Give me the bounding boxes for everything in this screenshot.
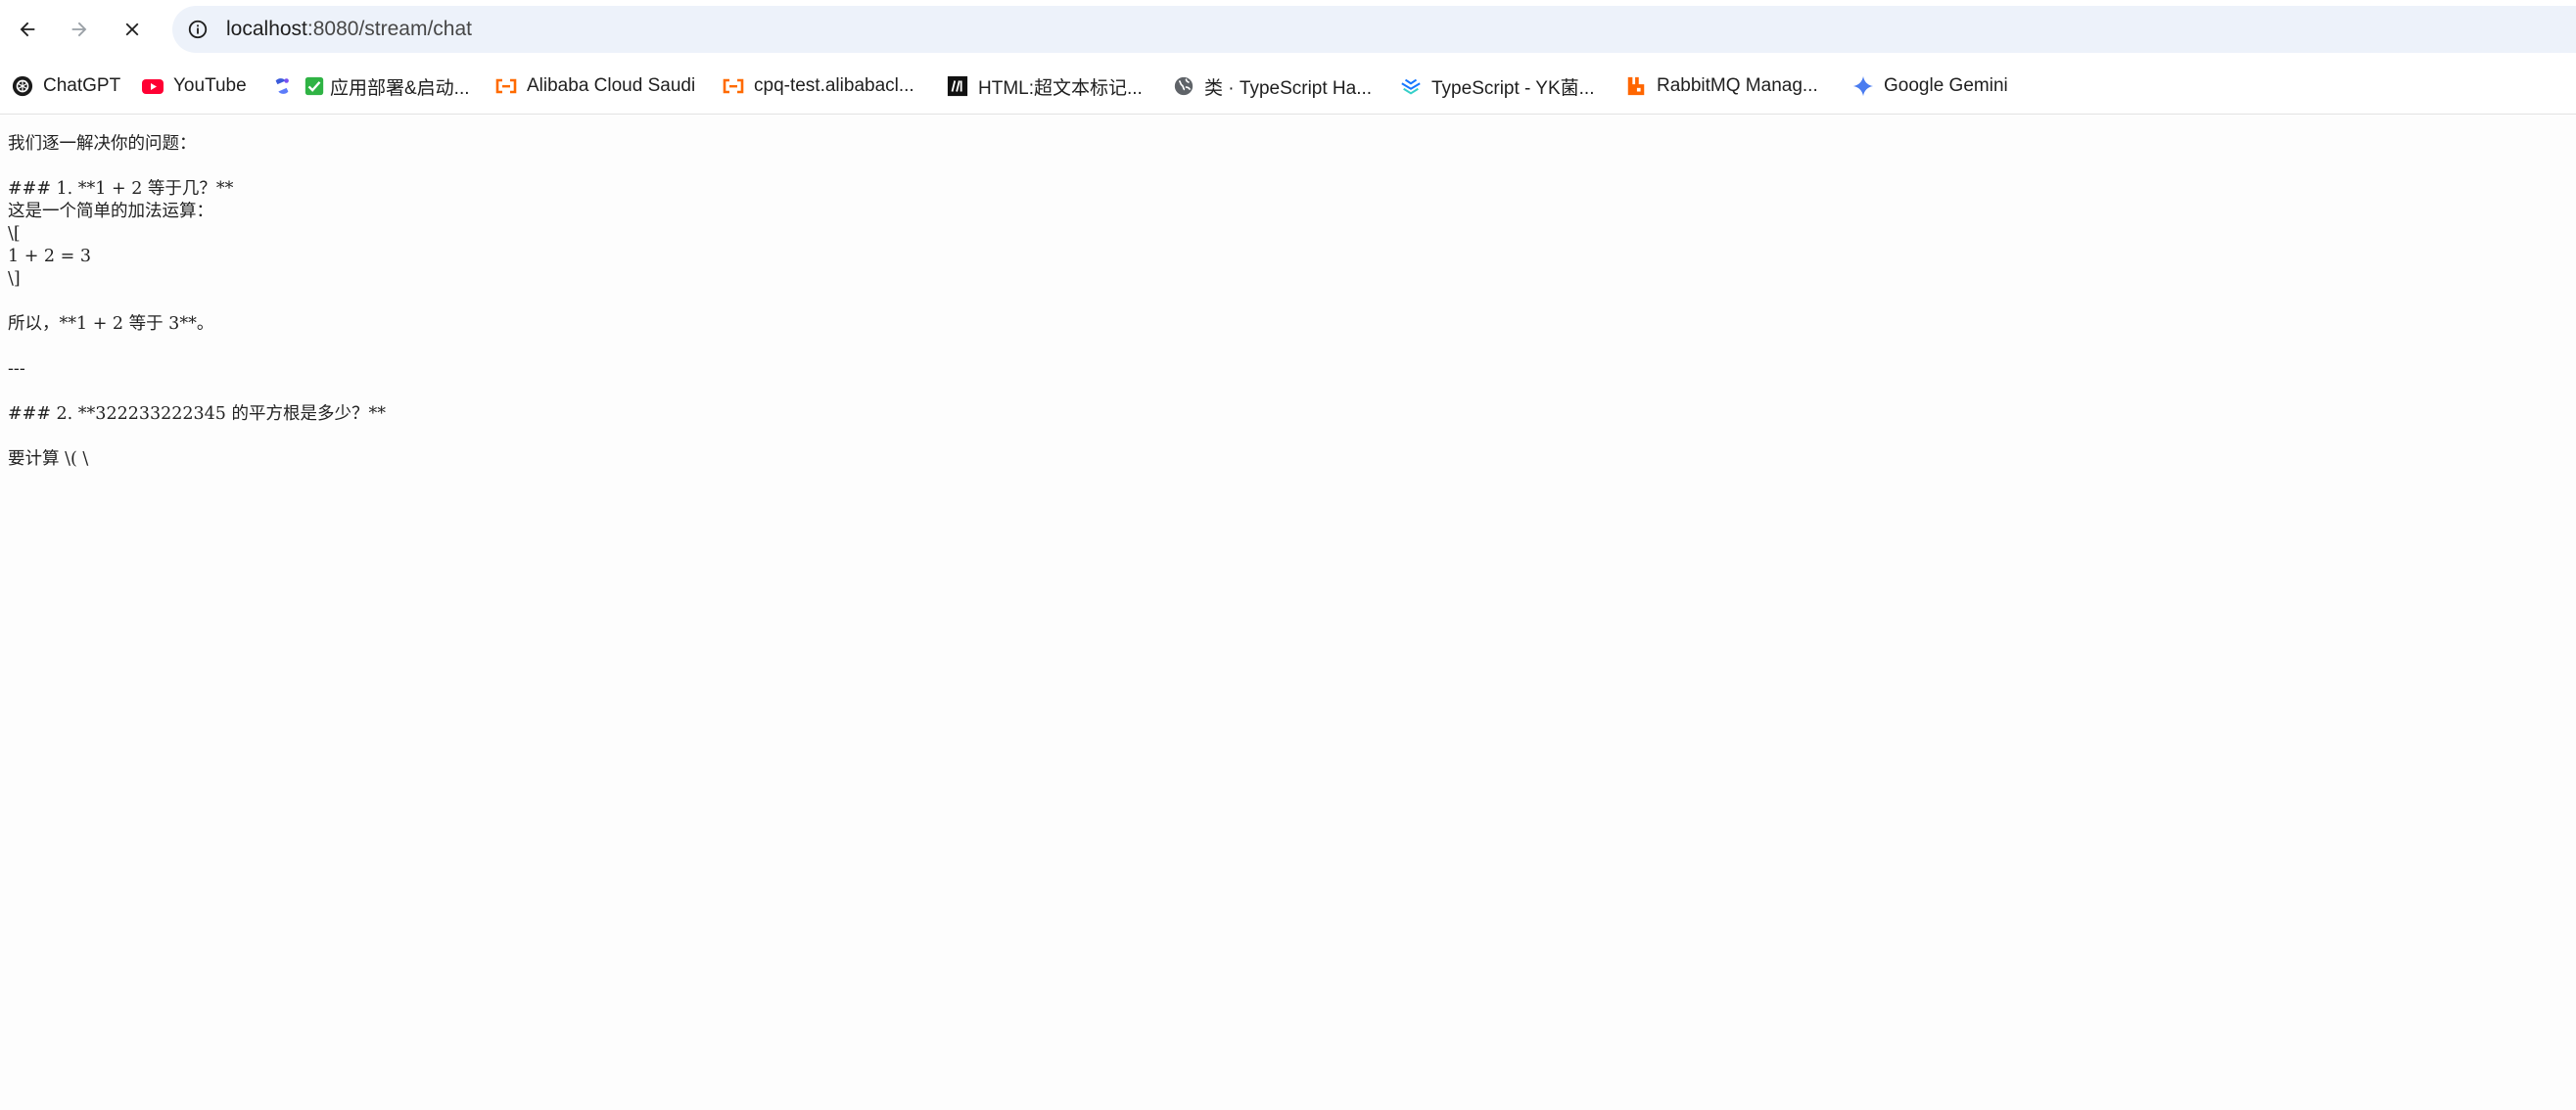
bookmark-rabbitmq[interactable]: RabbitMQ Manag... <box>1624 70 1818 102</box>
bookmark-label: Alibaba Cloud Saudi <box>527 75 696 96</box>
chatgpt-icon <box>11 74 34 98</box>
globe-icon <box>1172 74 1195 98</box>
checkbox-icon <box>303 74 326 98</box>
bookmark-alibaba-cloud-saudi[interactable]: Alibaba Cloud Saudi <box>494 70 695 102</box>
bookmark-youtube[interactable]: YouTube <box>141 70 247 102</box>
bookmark-label: Google Gemini <box>1884 75 2008 96</box>
bookmark-google-gemini[interactable]: Google Gemini <box>1851 70 2008 102</box>
bookmark-deploy[interactable]: 应用部署&启动... <box>303 70 470 102</box>
gemini-icon <box>1851 74 1875 98</box>
stop-loading-button[interactable] <box>114 11 151 48</box>
url-path: :8080/stream/chat <box>306 18 472 40</box>
browser-toolbar: localhost:8080/stream/chat <box>0 0 2576 59</box>
bookmark-label: YouTube <box>173 75 247 96</box>
info-icon[interactable] <box>184 16 211 43</box>
address-bar[interactable]: localhost:8080/stream/chat <box>172 6 2576 53</box>
bookmark-label: HTML:超文本标记... <box>978 77 1143 99</box>
bookmark-label: cpq-test.alibabacl... <box>754 75 914 96</box>
bookmark-label: ChatGPT <box>43 75 121 96</box>
youtube-icon <box>141 74 164 98</box>
arrow-left-icon <box>17 19 38 40</box>
yuque-icon <box>1399 74 1423 98</box>
bookmark-app[interactable] <box>270 70 296 102</box>
bookmark-cpq-test[interactable]: cpq-test.alibabacl... <box>722 70 914 102</box>
stream-response-text: 我们逐一解决你的问题： ### 1. **1 + 2 等于几？** 这是一个简单… <box>8 134 386 469</box>
bookmark-label: 类 · TypeScript Ha... <box>1204 77 1373 99</box>
alibaba-cloud-icon <box>494 74 518 98</box>
mdn-icon <box>946 74 969 98</box>
url-host: localhost <box>226 18 307 40</box>
bookmark-typescript-handbook[interactable]: 类 · TypeScript Ha... <box>1172 70 1372 102</box>
app-icon <box>270 74 294 98</box>
bookmark-chatgpt[interactable]: ChatGPT <box>11 70 120 102</box>
bookmark-label: RabbitMQ Manag... <box>1657 75 1818 96</box>
bookmark-html-mdn[interactable]: HTML:超文本标记... <box>946 70 1143 102</box>
bookmarks-bar: ChatGPT YouTube 应用部署&启动... Alibaba Cloud… <box>0 59 2576 115</box>
alibaba-cloud-icon <box>722 74 745 98</box>
bookmark-typescript-yk[interactable]: TypeScript - YK菌... <box>1399 70 1594 102</box>
rabbitmq-icon <box>1624 74 1648 98</box>
forward-button[interactable] <box>61 11 98 48</box>
bookmark-label: TypeScript - YK菌... <box>1431 77 1595 99</box>
arrow-right-icon <box>69 19 90 40</box>
bookmark-label: 应用部署&启动... <box>330 77 470 99</box>
back-button[interactable] <box>9 11 46 48</box>
url-text[interactable]: localhost:8080/stream/chat <box>226 6 472 53</box>
close-icon <box>121 19 143 40</box>
